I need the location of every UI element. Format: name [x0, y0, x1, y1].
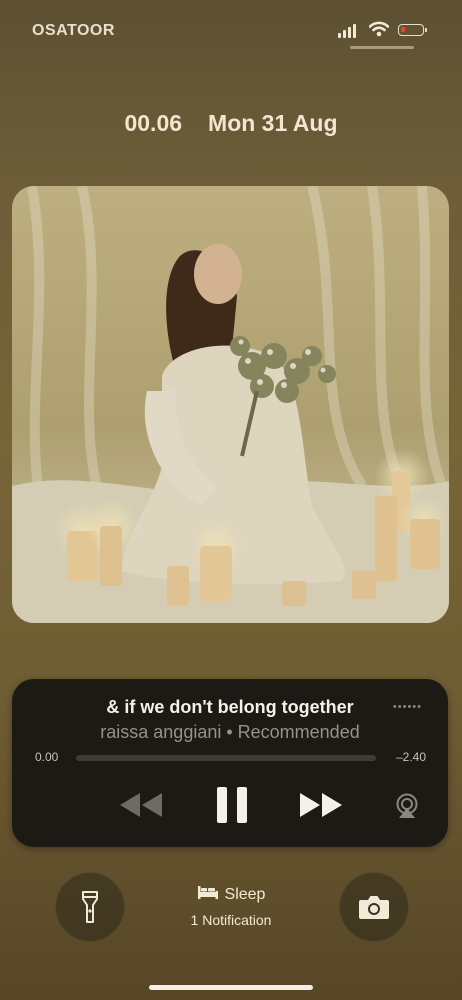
camera-icon — [359, 896, 389, 919]
airplay-icon[interactable] — [394, 793, 420, 819]
date-label: Mon 31 Aug — [208, 110, 338, 136]
remaining-time: –2.40 — [395, 750, 426, 764]
wifi-icon — [369, 21, 389, 37]
more-dots-icon[interactable]: •••••• — [393, 701, 422, 713]
battery-icon — [398, 24, 427, 36]
song-title: & if we don't belong together — [106, 697, 354, 717]
bed-icon — [197, 886, 218, 899]
control-center-indicator[interactable] — [350, 46, 414, 49]
now-playing-widget[interactable]: & if we don't belong together •••••• rai… — [12, 679, 448, 847]
fast-forward-icon[interactable] — [298, 791, 344, 819]
time-label: 00.06 — [124, 110, 183, 136]
status-bar: OSATOOR — [0, 0, 462, 60]
home-indicator[interactable] — [149, 985, 313, 990]
flashlight-button[interactable] — [55, 872, 125, 942]
pause-icon[interactable] — [214, 785, 250, 825]
album-artwork — [12, 186, 449, 623]
camera-button[interactable] — [339, 872, 409, 942]
rewind-icon[interactable] — [118, 791, 164, 819]
progress-scrubber[interactable] — [76, 755, 376, 761]
elapsed-time: 0.00 — [35, 750, 59, 764]
sleep-text: Sleep — [224, 886, 266, 903]
lockscreen-clock: 00.06 Mon 31 Aug — [0, 110, 462, 137]
carrier-label: OSATOOR — [32, 22, 115, 39]
artist-line: raissa anggiani • Recommended — [100, 722, 360, 742]
cellular-signal-icon — [338, 24, 356, 38]
